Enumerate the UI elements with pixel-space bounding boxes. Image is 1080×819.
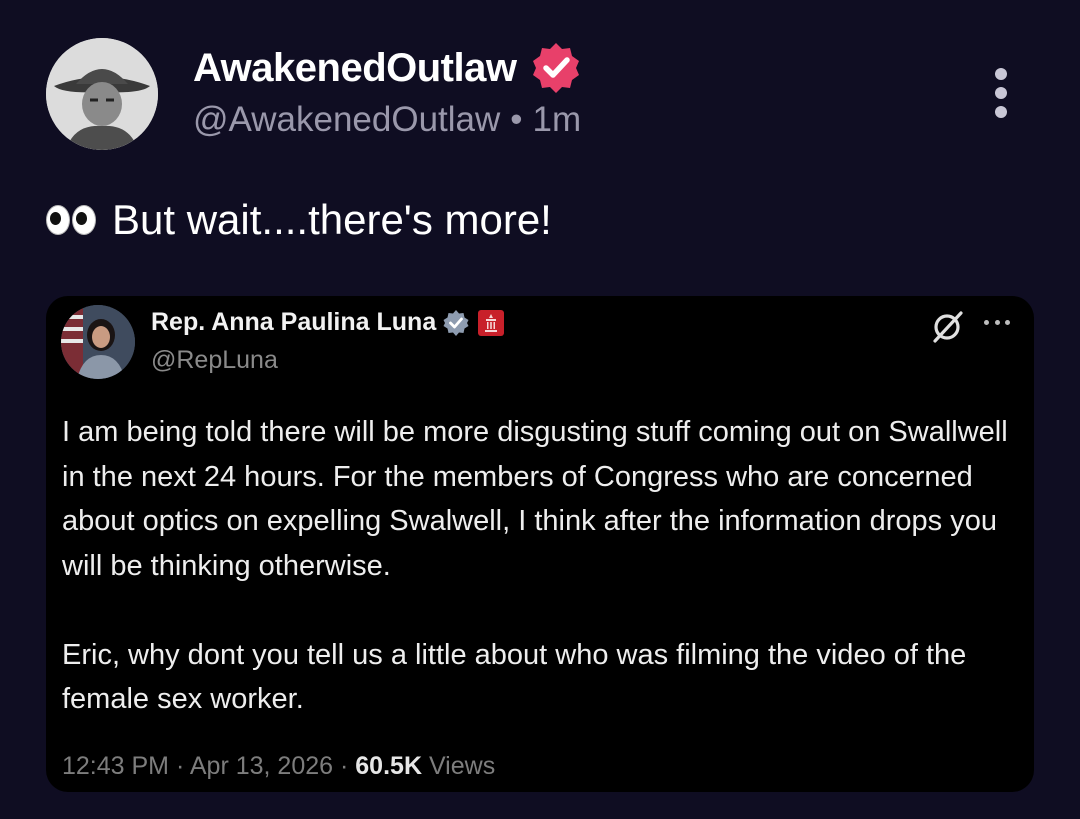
timestamp[interactable]: 1m (533, 100, 582, 139)
eyes-icon (46, 205, 98, 235)
views-label: Views (428, 752, 496, 780)
separator-dot: • (510, 100, 523, 139)
quoted-post-card[interactable]: Rep. Anna Paulina Luna @RepLuna I am bei… (46, 296, 1034, 792)
menu-dot (984, 320, 989, 325)
more-horizontal-icon[interactable] (984, 320, 1010, 326)
quoted-author-name-row[interactable]: Rep. Anna Paulina Luna (151, 308, 505, 337)
menu-dot (995, 68, 1007, 80)
eye-left (46, 205, 70, 235)
meta-separator: · (340, 752, 349, 780)
author-handle-line: @AwakenedOutlaw • 1m (193, 100, 581, 140)
more-vertical-icon[interactable] (990, 68, 1012, 118)
grok-icon[interactable] (930, 308, 966, 344)
post-body: But wait....there's more! (46, 196, 552, 244)
meta-separator: · (175, 752, 185, 780)
verified-icon (528, 40, 584, 96)
quoted-author-avatar[interactable] (61, 305, 135, 379)
menu-dot (995, 106, 1007, 118)
author-handle[interactable]: @AwakenedOutlaw (193, 100, 500, 139)
quoted-author-handle[interactable]: @RepLuna (151, 346, 278, 375)
quoted-avatar-image (61, 305, 135, 379)
quoted-display-name: Rep. Anna Paulina Luna (151, 308, 437, 336)
government-affiliation-icon (478, 309, 505, 336)
post-text: But wait....there's more! (112, 196, 552, 243)
menu-dot (1005, 320, 1010, 325)
author-avatar[interactable] (46, 38, 158, 150)
quoted-post-meta: 12:43 PM · Apr 13, 2026 · 60.5K Views (62, 752, 495, 781)
menu-dot (995, 87, 1007, 99)
display-name-text: AwakenedOutlaw (193, 45, 517, 90)
menu-dot (994, 320, 1000, 325)
quoted-paragraph: Eric, why dont you tell us a little abou… (62, 638, 967, 716)
views-count: 60.5K (355, 752, 422, 780)
avatar-image (46, 38, 158, 150)
eye-right (72, 205, 96, 235)
quoted-date[interactable]: Apr 13, 2026 (190, 752, 333, 780)
quoted-post-body: I am being told there will be more disgu… (62, 410, 1022, 722)
quoted-time[interactable]: 12:43 PM (62, 752, 169, 780)
author-display-name[interactable]: AwakenedOutlaw (193, 40, 584, 96)
verified-icon (442, 309, 470, 337)
quoted-paragraph: I am being told there will be more disgu… (62, 416, 1008, 582)
